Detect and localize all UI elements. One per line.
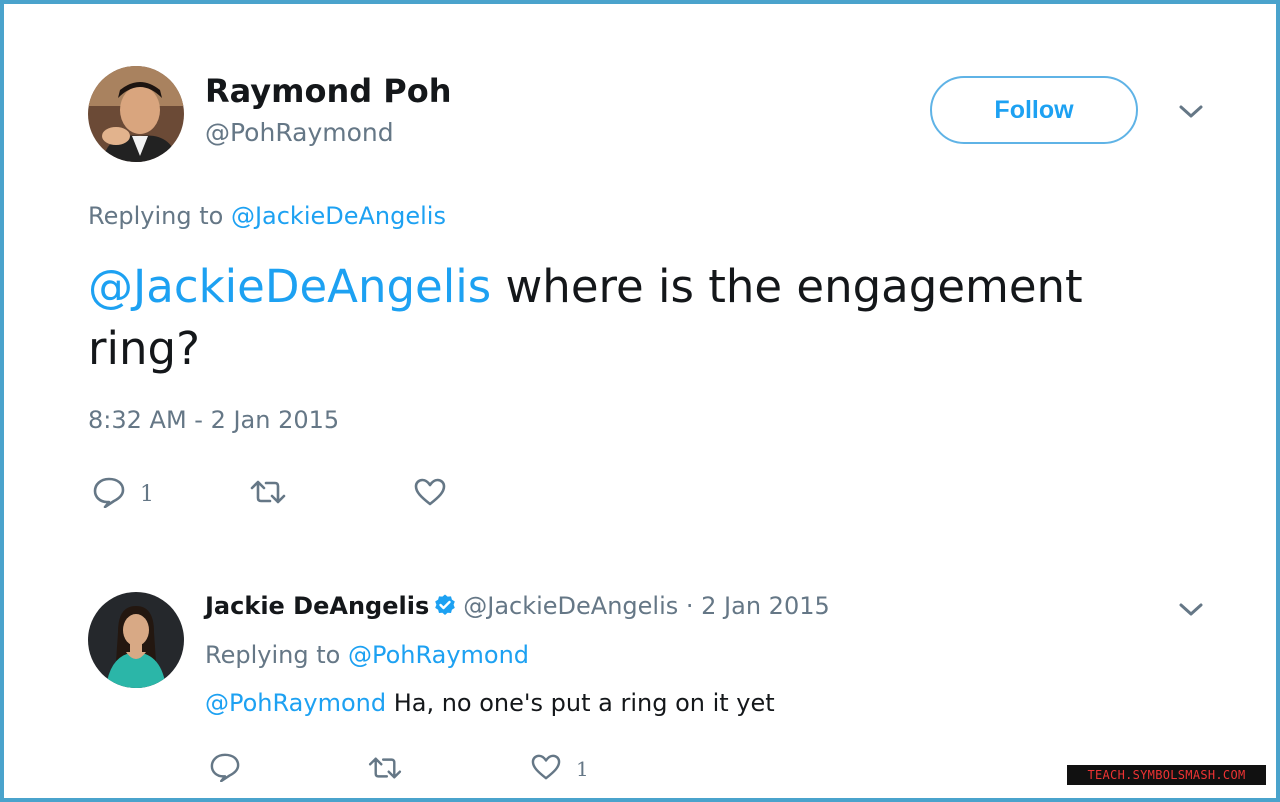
like-icon xyxy=(413,477,447,511)
reply-icon xyxy=(209,752,241,786)
retweet-icon xyxy=(250,478,286,510)
reply-author-name: Jackie DeAngelis @JackieDeAngelis · 2 Jan… xyxy=(205,592,830,623)
retweet-button[interactable] xyxy=(250,478,300,510)
reply-mention-link[interactable]: @PohRaymond xyxy=(205,689,386,717)
author-name[interactable]: Raymond Poh xyxy=(205,72,451,110)
reply-author-name-text[interactable]: Jackie DeAngelis xyxy=(205,592,429,620)
replying-prefix: Replying to xyxy=(88,202,224,230)
avatar[interactable] xyxy=(88,66,184,162)
tweet-timestamp[interactable]: 8:32 AM - 2 Jan 2015 xyxy=(88,406,339,434)
replying-to-link[interactable]: @JackieDeAngelis xyxy=(231,202,446,230)
reply-body: Ha, no one's put a ring on it yet xyxy=(386,689,775,717)
reply-icon xyxy=(92,476,126,512)
mention-link[interactable]: @JackieDeAngelis xyxy=(88,260,491,313)
reply-replying-to-link[interactable]: @PohRaymond xyxy=(348,641,529,669)
chevron-down-icon[interactable] xyxy=(1178,104,1204,124)
reply-button[interactable]: 1 xyxy=(92,476,154,512)
verified-badge-icon xyxy=(433,593,457,623)
author-handle[interactable]: @PohRaymond xyxy=(205,118,394,147)
reply-like-button[interactable]: 1 xyxy=(530,753,589,785)
reply-date[interactable]: · 2 Jan 2015 xyxy=(678,592,830,620)
reply-like-count: 1 xyxy=(576,757,589,781)
tweet-text: @JackieDeAngelis where is the engagement… xyxy=(88,256,1208,380)
reply-avatar[interactable] xyxy=(88,592,184,688)
reply-replying-prefix: Replying to xyxy=(205,641,341,669)
reply-reply-button[interactable] xyxy=(209,752,255,786)
retweet-icon xyxy=(368,755,402,785)
reply-text: @PohRaymond Ha, no one's put a ring on i… xyxy=(205,689,775,717)
reply-retweet-button[interactable] xyxy=(368,755,416,785)
replying-to: Replying to @JackieDeAngelis xyxy=(88,202,446,230)
reply-replying-to: Replying to @PohRaymond xyxy=(205,641,529,669)
watermark: TEACH.SYMBOLSMASH.COM xyxy=(1067,765,1266,785)
like-button[interactable] xyxy=(413,477,461,511)
like-icon xyxy=(530,753,562,785)
reply-author-handle[interactable]: @JackieDeAngelis xyxy=(463,592,678,620)
chevron-down-icon[interactable] xyxy=(1178,602,1204,622)
reply-count: 1 xyxy=(140,481,154,507)
follow-button[interactable]: Follow xyxy=(930,76,1138,144)
